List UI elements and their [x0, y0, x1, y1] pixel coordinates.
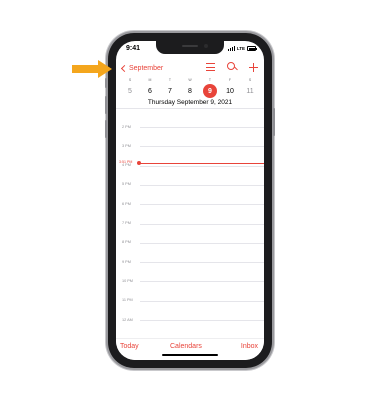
hour-gridline — [140, 300, 264, 302]
chevron-left-icon — [120, 64, 129, 73]
search-icon[interactable] — [227, 62, 237, 72]
date-number: 5 — [128, 87, 132, 95]
hour-row: 7 PM — [116, 221, 264, 225]
week-day[interactable]: T9 — [200, 77, 220, 98]
selected-day-label: Thursday September 9, 2021 — [147, 99, 233, 106]
weekday-letter: S — [248, 78, 252, 82]
weekday-letter: F — [228, 78, 232, 82]
hour-row: 9 PM — [116, 259, 264, 264]
add-event-icon[interactable] — [249, 62, 258, 72]
current-time-indicator: 3:51 PM — [116, 160, 264, 166]
weekday-letter: M — [148, 78, 152, 82]
hour-row: 3 PM — [116, 143, 264, 148]
hour-gridline — [140, 204, 264, 206]
week-day[interactable]: S5 — [120, 77, 140, 98]
back-label: September — [129, 65, 164, 72]
bottom-toolbar: Today Calendars Inbox — [116, 338, 264, 360]
weekday-letter: W — [188, 78, 192, 82]
network-label: LTE — [236, 46, 245, 51]
silent-switch — [105, 78, 107, 88]
hour-row: 8 PM — [116, 240, 264, 245]
week-strip: S 5 M 6 T 7 W 8 T 9 F 10 S 11 — [120, 77, 260, 98]
battery-icon — [247, 46, 257, 51]
power-button — [273, 108, 275, 136]
status-icons: LTE — [227, 46, 257, 51]
date-number: 6 — [148, 87, 152, 95]
hour-label: 8 PM — [122, 240, 131, 245]
hour-label: 2 PM — [122, 124, 131, 129]
signal-icon — [227, 46, 235, 51]
hour-gridline — [140, 165, 264, 167]
hour-label: 6 PM — [122, 201, 131, 206]
week-day[interactable]: M6 — [140, 77, 160, 98]
inbox-button[interactable]: Inbox — [241, 343, 258, 350]
date-number: 7 — [168, 87, 172, 95]
hour-label: 3 PM — [122, 143, 131, 148]
back-button[interactable]: September — [120, 64, 164, 73]
weekday-letter: S — [128, 78, 132, 82]
calendars-button[interactable]: Calendars — [170, 343, 202, 350]
hour-row: 5 PM — [116, 182, 264, 187]
hour-row: 10 PM — [116, 278, 264, 283]
selected-date: 9 — [203, 84, 217, 98]
hour-gridline — [140, 242, 264, 244]
weekday-letter: T — [208, 78, 212, 82]
hour-label: 10 PM — [122, 278, 133, 283]
nav-actions — [206, 62, 258, 72]
week-day[interactable]: F 10 — [220, 77, 240, 98]
callout-arrow-icon — [72, 60, 112, 78]
hour-gridline — [140, 223, 264, 225]
week-day[interactable]: T7 — [160, 77, 180, 98]
week-day[interactable]: W8 — [180, 77, 200, 98]
front-camera — [204, 44, 208, 48]
hour-label: 7 PM — [122, 221, 131, 225]
date-number: 11 — [246, 87, 254, 95]
hour-gridline — [140, 281, 264, 283]
hour-gridline — [140, 262, 264, 264]
phone-screen: 9:41 LTE September S 5 M 6 T 7 W 8 T 9 F 10 S 11 Thur… — [116, 41, 264, 360]
today-button[interactable]: Today — [120, 343, 139, 350]
weekday-letter: T — [168, 78, 172, 82]
hour-gridline — [140, 146, 264, 148]
week-day[interactable]: S 11 — [240, 77, 260, 98]
hour-label: 11 PM — [122, 298, 133, 303]
home-indicator — [162, 354, 218, 356]
day-timeline[interactable]: 2 PM 3 PM 4 PM 5 PM 6 PM 7 PM 8 PM 9 PM 10 PM 11 … — [116, 109, 264, 338]
hour-gridline — [140, 127, 264, 128]
hour-gridline — [140, 184, 264, 186]
volume-down-button — [105, 120, 107, 138]
current-time-line — [140, 162, 264, 164]
current-time-label: 3:51 PM — [119, 160, 133, 165]
date-number: 8 — [188, 87, 192, 95]
hour-gridline — [140, 320, 264, 321]
hour-row: 12 AM — [116, 317, 264, 322]
notch — [156, 41, 224, 54]
date-number: 10 — [226, 87, 234, 95]
hour-row: 2 PM — [116, 124, 264, 129]
volume-up-button — [105, 96, 107, 114]
status-time: 9:41 — [126, 45, 141, 52]
speaker — [182, 45, 198, 47]
hour-row: 4 PM — [116, 163, 264, 167]
hour-label: 5 PM — [122, 182, 131, 187]
hour-label: 9 PM — [122, 259, 131, 264]
hour-row: 6 PM — [116, 201, 264, 206]
hour-row: 11 PM — [116, 298, 264, 303]
hour-label: 12 AM — [122, 317, 133, 322]
list-view-icon[interactable] — [206, 63, 215, 71]
